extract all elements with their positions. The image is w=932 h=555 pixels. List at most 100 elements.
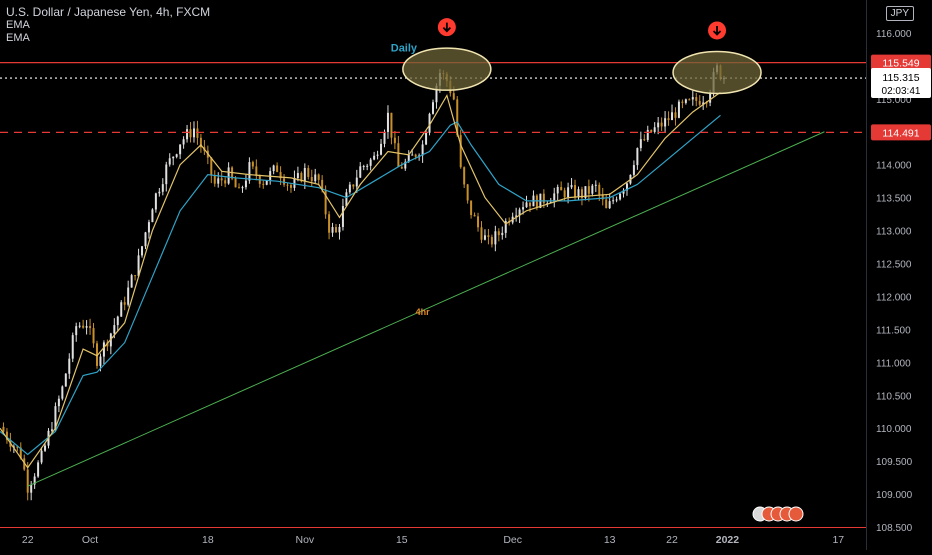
candle-body	[522, 207, 525, 210]
candle-body	[68, 358, 71, 374]
indicator-ema-label-1[interactable]: EMA	[6, 19, 210, 32]
y-tick-label: 110.500	[876, 391, 912, 402]
candle-body	[244, 180, 247, 188]
candle-body	[213, 175, 216, 184]
y-tick-label: 108.500	[876, 523, 913, 534]
candle-body	[123, 302, 126, 305]
candle-body	[130, 275, 133, 288]
indicator-ema-label-2[interactable]: EMA	[6, 32, 210, 45]
candle-body	[348, 184, 351, 193]
candle-body	[366, 165, 369, 167]
candle-body	[671, 112, 674, 121]
candle-body	[695, 97, 698, 101]
candle-body	[664, 118, 667, 127]
candle-body	[272, 165, 275, 172]
candle-body	[217, 178, 220, 184]
candle-body	[296, 173, 299, 179]
candle-body	[632, 165, 635, 175]
chart-legend: U.S. Dollar / Japanese Yen, 4h, FXCM EMA…	[6, 6, 210, 45]
candle-body	[192, 128, 195, 138]
candle-body	[477, 216, 480, 228]
candle-body	[570, 185, 573, 188]
candle-body	[127, 287, 130, 305]
candle-body	[61, 386, 64, 399]
candle-body	[102, 342, 105, 357]
x-tick-label: 13	[604, 534, 616, 546]
candle-body	[314, 174, 317, 182]
candle-body	[335, 227, 338, 233]
candle-body	[89, 326, 92, 329]
chart[interactable]: Daily4hr116.000115.500115.000114.500114.…	[0, 0, 932, 550]
event-flags[interactable]	[752, 506, 804, 522]
candle-body	[542, 193, 545, 204]
candle-body	[262, 183, 265, 185]
candle-body	[154, 193, 157, 210]
candle-body	[161, 184, 164, 192]
candle-body	[615, 199, 618, 201]
candle-body	[567, 187, 570, 198]
candle-body	[373, 155, 376, 160]
y-tick-label: 110.000	[876, 424, 912, 435]
candle-body	[71, 335, 74, 359]
candle-body	[251, 162, 254, 167]
candle-body	[432, 102, 434, 114]
symbol-title[interactable]: U.S. Dollar / Japanese Yen, 4h, FXCM	[6, 6, 210, 19]
candle-body	[75, 326, 78, 336]
x-tick-label: 15	[396, 534, 408, 546]
candle-body	[141, 246, 144, 256]
candle-body	[393, 137, 396, 144]
candle-body	[660, 122, 663, 127]
candle-body	[556, 186, 559, 194]
candle-body	[483, 235, 486, 240]
candle-body	[120, 302, 123, 317]
candle-body	[612, 200, 615, 202]
candle-body	[425, 132, 428, 145]
candle-body	[574, 185, 577, 198]
candle-body	[487, 235, 490, 237]
economic-event-icon	[788, 506, 804, 522]
candle-body	[380, 143, 383, 155]
candle-body	[688, 99, 691, 101]
candle-body	[397, 143, 400, 167]
candle-body	[383, 131, 386, 144]
candle-body	[186, 129, 189, 140]
candle-body	[147, 222, 150, 233]
candle-body	[698, 100, 701, 105]
candle-body	[248, 162, 251, 181]
currency-button[interactable]: JPY	[885, 6, 914, 21]
candle-body	[317, 174, 320, 180]
candle-body	[466, 184, 469, 201]
candle-body	[50, 429, 53, 431]
candle-body	[175, 154, 178, 157]
y-tick-label: 111.000	[876, 358, 911, 369]
candle-body	[362, 166, 365, 168]
candle-body	[328, 214, 331, 233]
candle-body	[168, 158, 171, 165]
candle-body	[386, 112, 389, 132]
candle-body	[490, 236, 493, 245]
candle-body	[636, 148, 639, 166]
candle-body	[92, 328, 95, 344]
candle-body	[238, 187, 241, 189]
candle-body	[563, 190, 566, 198]
candle-body	[30, 484, 33, 493]
x-tick-label: Oct	[82, 534, 98, 546]
candle-body	[224, 180, 227, 184]
current-price-text: 115.315	[882, 72, 919, 84]
x-tick-label: 17	[832, 534, 844, 546]
candle-body	[369, 159, 372, 166]
candle-body	[283, 178, 286, 185]
candle-body	[341, 206, 344, 227]
candle-body	[355, 177, 358, 187]
candle-body	[691, 97, 694, 100]
y-tick-label: 111.500	[876, 325, 911, 336]
price-chart-canvas[interactable]: Daily4hr116.000115.500115.000114.500114.…	[0, 0, 932, 550]
candle-body	[646, 129, 649, 140]
candle-body	[307, 168, 310, 177]
candle-body	[459, 135, 462, 168]
highlight-ellipse	[672, 50, 762, 95]
candle-body	[116, 316, 119, 326]
candle-body	[525, 202, 528, 208]
candle-body	[494, 231, 497, 245]
candle-body	[37, 462, 40, 477]
